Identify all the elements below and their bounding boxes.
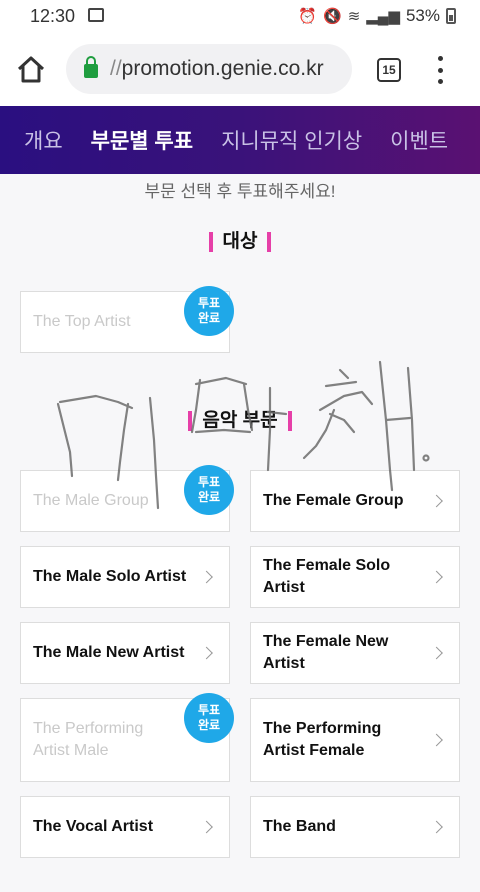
more-menu-icon[interactable] [436,56,444,84]
browser-toolbar: // promotion.genie.co.kr 15 [0,34,480,106]
status-time: 12:30 [30,6,76,26]
card-female-new[interactable]: The Female New Artist [250,622,460,684]
home-icon[interactable] [16,54,46,84]
chevron-right-icon [200,820,213,834]
url-host: promotion.genie.co.kr [121,57,324,80]
tab-switcher-button[interactable]: 15 [377,58,401,82]
lock-icon [84,56,98,78]
card-female-solo[interactable]: The Female Solo Artist [250,546,460,608]
address-bar[interactable]: // promotion.genie.co.kr [66,44,352,94]
section-title-grand: 대상 [0,226,480,253]
voted-badge: 투표 완료 [184,465,234,515]
nav-category-vote[interactable]: 부문별 투표 [91,125,193,155]
status-icons: ⏰ 🔇 ≋ ▂▄▆ 53% [298,6,456,26]
site-nav: 개요 부문별 투표 지니뮤직 인기상 이벤트 [0,106,480,174]
nav-event[interactable]: 이벤트 [390,125,448,155]
chevron-right-icon [430,646,443,660]
wifi-icon: ≋ [347,8,361,25]
card-female-group[interactable]: The Female Group [250,470,460,532]
mute-icon: 🔇 [323,8,342,25]
chevron-right-icon [200,570,213,584]
url-prefix: // [110,57,122,80]
chevron-right-icon [430,494,443,508]
card-male-solo[interactable]: The Male Solo Artist [20,546,230,608]
card-band[interactable]: The Band [250,796,460,858]
card-male-new[interactable]: The Male New Artist [20,622,230,684]
signal-icon: ▂▄▆ [366,8,400,25]
instruction-text: 부문 선택 후 투표해주세요! [144,182,336,201]
alarm-icon: ⏰ [298,8,317,25]
chevron-right-icon [430,570,443,584]
chevron-right-icon [200,646,213,660]
status-bar: 12:30 ⏰ 🔇 ≋ ▂▄▆ 53% [0,0,480,34]
card-performing-female[interactable]: The Performing Artist Female [250,698,460,782]
card-vocal-artist[interactable]: The Vocal Artist [20,796,230,858]
nav-popularity-award[interactable]: 지니뮤직 인기상 [221,125,362,155]
nav-overview[interactable]: 개요 [24,125,63,155]
voted-badge: 투표 완료 [184,286,234,336]
section-title-music: 음악 부문 [0,405,480,432]
chevron-right-icon [430,733,443,747]
gallery-icon [88,8,104,22]
battery-percent: 53% [405,6,440,25]
chevron-right-icon [430,820,443,834]
voted-badge: 투표 완료 [184,693,234,743]
battery-icon [446,8,456,24]
